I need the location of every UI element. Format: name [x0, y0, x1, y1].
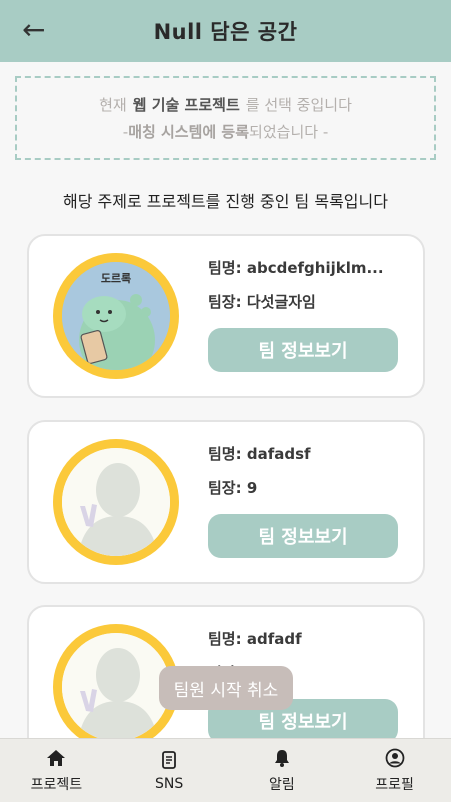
notice-suffix: 를 선택 중입니다	[245, 96, 352, 114]
notice-prefix: 현재	[99, 96, 127, 114]
team-info-button[interactable]: 팀 정보보기	[208, 514, 398, 558]
user-circle-icon	[385, 748, 405, 767]
team-list-description: 해당 주제로 프로젝트를 진행 중인 팀 목록입니다	[63, 192, 388, 211]
toast-message: 팀원 시작 취소	[159, 666, 293, 710]
home-icon	[47, 749, 66, 766]
team-leader-value: 9	[246, 479, 258, 497]
tab-project[interactable]: 프로젝트	[0, 739, 113, 802]
avatar-caption: 도르록	[101, 272, 131, 285]
arrow-left-icon[interactable]: ←	[22, 14, 45, 46]
tab-sns[interactable]: SNS	[113, 739, 226, 802]
tab-notifications[interactable]: 알림	[226, 739, 339, 802]
tab-project-label: 프로젝트	[30, 776, 83, 793]
tab-profile-label: 프로필	[375, 776, 414, 793]
team-card: 팀명: dafadsf 팀장: 9 팀 정보보기	[27, 420, 425, 584]
team-info-button[interactable]: 팀 정보보기	[208, 328, 398, 372]
team-name-label: 팀명:	[208, 630, 242, 648]
selected-project-name: 웹 기술 프로젝트	[132, 96, 240, 114]
team-name-value: dafadsf	[246, 445, 311, 463]
team-name-row: 팀명: dafadsf	[208, 444, 408, 464]
tab-profile[interactable]: 프로필	[338, 739, 451, 802]
notice-line2-suffix: 되었습니다 -	[249, 123, 329, 141]
selection-notice: 현재 웹 기술 프로젝트 를 선택 중입니다 -매칭 시스템에 등록되었습니다 -	[15, 76, 436, 160]
team-name-value: abcdefghijklm...	[246, 259, 384, 277]
app-header: ← Null 담은 공간	[0, 0, 451, 62]
team-name-label: 팀명:	[208, 259, 242, 277]
tab-notifications-label: 알림	[268, 776, 295, 793]
team-name-value: adfadf	[246, 630, 302, 648]
team-name-row: 팀명: abcdefghijklm...	[208, 258, 408, 278]
notice-line-1: 현재 웹 기술 프로젝트 를 선택 중입니다	[17, 95, 434, 115]
bottom-nav: 프로젝트 SNS 알림 프로필	[0, 738, 451, 802]
page-title: Null 담은 공간	[153, 20, 298, 44]
team-leader-row: 팀장: 9	[208, 478, 408, 498]
team-card: 도르록 팀명: abcdefghijklm... 팀장: 다섯글자임 팀 정보보…	[27, 234, 425, 398]
team-name-row: 팀명: adfadf	[208, 629, 408, 649]
team-leader-label: 팀장:	[208, 479, 242, 497]
team-leader-label: 팀장:	[208, 293, 242, 311]
bell-icon	[274, 749, 289, 767]
document-icon	[162, 750, 177, 769]
team-leader-value: 다섯글자임	[246, 293, 316, 311]
default-person-avatar	[53, 439, 179, 565]
notice-line-2: -매칭 시스템에 등록되었습니다 -	[17, 122, 434, 142]
matching-registered-text: 매칭 시스템에 등록	[128, 123, 250, 141]
team-leader-row: 팀장: 다섯글자임	[208, 292, 408, 312]
tab-sns-label: SNS	[155, 775, 184, 792]
team-name-label: 팀명:	[208, 445, 242, 463]
dinosaur-character-avatar: 도르록	[53, 253, 179, 379]
